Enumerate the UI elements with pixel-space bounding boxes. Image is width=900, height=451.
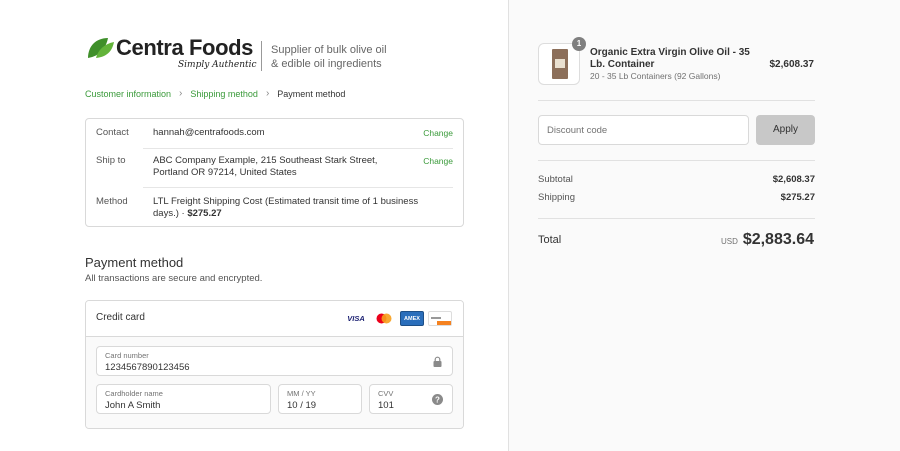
apply-button[interactable]: Apply: [756, 115, 815, 145]
leaf-icon: [88, 38, 114, 58]
chevron-right-icon: ›: [179, 88, 183, 99]
subtotal-value: $2,608.37: [772, 174, 815, 185]
order-summary: 1 Organic Extra Virgin Olive Oil - 35 Lb…: [508, 0, 900, 451]
store-logo[interactable]: Centra Foods Simply Authentic: [86, 35, 257, 76]
amex-icon: AMEX: [400, 311, 424, 326]
contact-label: Contact: [96, 127, 129, 138]
change-contact-link[interactable]: Change: [423, 127, 453, 139]
logo-tagline: Simply Authentic: [178, 60, 257, 70]
visa-icon: VISA: [344, 311, 368, 326]
divider: [143, 148, 453, 149]
payment-box: Credit card VISA AMEX Card number 123456…: [85, 300, 464, 429]
cardholder-name-field[interactable]: Cardholder name John A Smith: [96, 384, 271, 414]
mastercard-icon: [372, 311, 396, 326]
review-box: Contact hannah@centrafoods.com Change Sh…: [85, 118, 464, 227]
breadcrumb-shipping-method[interactable]: Shipping method: [190, 89, 258, 99]
discover-icon: [428, 311, 452, 326]
divider: [538, 218, 815, 219]
subtotal-row: Subtotal $2,608.37: [538, 174, 815, 185]
ship-to-value: ABC Company Example, 215 Southeast Stark…: [153, 155, 378, 178]
olive-oil-container-image: [552, 49, 568, 79]
svg-text:?: ?: [435, 396, 440, 405]
credit-card-label: Credit card: [96, 312, 145, 323]
shipping-value: $275.27: [780, 192, 815, 203]
help-icon[interactable]: ?: [432, 394, 443, 405]
breadcrumb-payment-method: Payment method: [277, 88, 346, 99]
breadcrumb-customer-information[interactable]: Customer information: [85, 89, 171, 99]
credit-card-header[interactable]: Credit card VISA AMEX: [86, 301, 463, 337]
divider: [538, 100, 815, 101]
divider: [538, 160, 815, 161]
credit-card-form: Card number 1234567890123456 Cardholder …: [86, 337, 463, 428]
lock-icon: [433, 356, 442, 367]
logo-subtitle: Supplier of bulk olive oil & edible oil …: [271, 44, 387, 70]
shipping-row: Shipping $275.27: [538, 192, 815, 203]
ship-to-label: Ship to: [96, 155, 126, 166]
logo-name: Centra Foods: [116, 35, 253, 60]
discount-code-input[interactable]: Discount code: [538, 115, 749, 145]
logo-divider: [261, 41, 262, 71]
currency-code: USD: [721, 237, 738, 246]
product-price: $2,608.37: [769, 59, 815, 70]
payment-title: Payment method: [85, 255, 184, 270]
breadcrumb: Customer information › Shipping method ›…: [85, 88, 345, 99]
card-number-field[interactable]: Card number 1234567890123456: [96, 346, 453, 376]
quantity-badge: 1: [572, 37, 586, 51]
method-label: Method: [96, 196, 128, 207]
chevron-right-icon: ›: [265, 88, 270, 99]
total-value: $2,883.64: [742, 231, 814, 248]
product-variant: 20 - 35 Lb Containers (92 Gallons): [590, 71, 721, 81]
method-value: LTL Freight Shipping Cost (Estimated tra…: [153, 196, 419, 219]
divider: [143, 187, 453, 188]
product-name: Organic Extra Virgin Olive Oil - 35 Lb. …: [590, 47, 750, 70]
contact-value: hannah@centrafoods.com: [153, 127, 265, 138]
checkout-main: Centra Foods Simply Authentic Supplier o…: [0, 0, 508, 451]
cvv-field[interactable]: CVV 101 ?: [369, 384, 453, 414]
shipping-label: Shipping: [538, 192, 575, 203]
change-ship-link[interactable]: Change: [423, 155, 453, 167]
total-label: Total: [538, 234, 562, 246]
expiry-field[interactable]: MM / YY 10 / 19: [278, 384, 362, 414]
subtotal-label: Subtotal: [538, 174, 573, 185]
payment-subtitle: All transactions are secure and encrypte…: [85, 273, 263, 284]
